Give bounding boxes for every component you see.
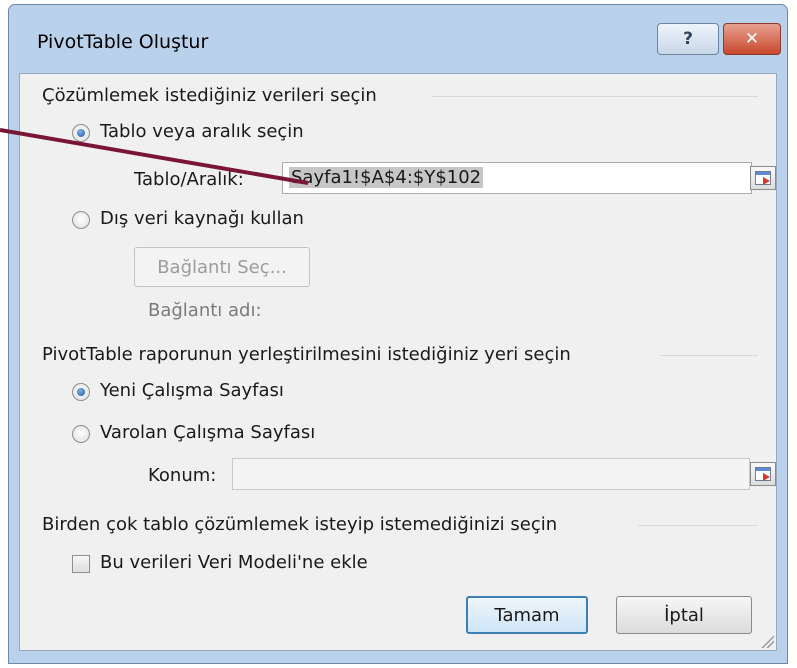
data-model-checkbox-label[interactable]: Bu verileri Veri Modeli'ne ekle <box>100 552 368 573</box>
location-label: Konum: <box>148 465 217 486</box>
radio-new-worksheet-label[interactable]: Yeni Çalışma Sayfası <box>100 380 284 401</box>
radio-selected-dot <box>77 388 85 396</box>
radio-table-range[interactable] <box>72 124 90 142</box>
ok-button[interactable]: Tamam <box>466 596 588 634</box>
resize-grip-icon[interactable] <box>760 634 774 648</box>
close-icon: ✕ <box>744 29 760 49</box>
radio-external-source-label[interactable]: Dış veri kaynağı kullan <box>100 208 304 229</box>
collapse-dialog-range-button[interactable] <box>750 166 776 190</box>
question-icon: ? <box>683 29 693 49</box>
radio-selected-dot <box>77 129 85 137</box>
multi-table-group-title: Birden çok tablo çözümlemek isteyip iste… <box>42 514 558 535</box>
radio-external-source[interactable] <box>72 211 90 229</box>
choose-connection-button[interactable]: Bağlantı Seç... <box>134 247 310 287</box>
cancel-label: İptal <box>664 604 704 626</box>
pivottable-dialog: PivotTable Oluştur ? ✕ Çözümlemek istedi… <box>8 4 788 664</box>
arrow-icon <box>763 473 770 481</box>
radio-existing-worksheet-label[interactable]: Varolan Çalışma Sayfası <box>100 422 315 443</box>
table-range-input[interactable]: Sayfa1!$A$4:$Y$102 <box>282 162 752 194</box>
collapse-dialog-location-button[interactable] <box>750 462 776 486</box>
location-group-title: PivotTable raporunun yerleştirilmesini i… <box>42 344 571 365</box>
dialog-body: Çözümlemek istediğiniz verileri seçin Ta… <box>19 73 777 651</box>
title-bar: PivotTable Oluştur ? ✕ <box>9 5 787 73</box>
location-input[interactable] <box>232 458 750 490</box>
close-button[interactable]: ✕ <box>723 23 781 55</box>
group-divider <box>638 525 758 526</box>
radio-existing-worksheet[interactable] <box>72 425 90 443</box>
dialog-title: PivotTable Oluştur <box>37 31 209 53</box>
table-range-label: Tablo/Aralık: <box>134 169 244 190</box>
arrow-icon <box>763 177 770 185</box>
radio-table-range-label[interactable]: Tablo veya aralık seçin <box>100 121 304 142</box>
data-model-checkbox[interactable] <box>72 555 90 573</box>
source-group-title: Çözümlemek istediğiniz verileri seçin <box>42 85 377 106</box>
radio-new-worksheet[interactable] <box>72 383 90 401</box>
choose-connection-label: Bağlantı Seç... <box>157 256 287 278</box>
group-divider <box>660 355 758 356</box>
cancel-button[interactable]: İptal <box>616 596 752 634</box>
table-range-value: Sayfa1!$A$4:$Y$102 <box>289 167 484 188</box>
ok-label: Tamam <box>494 604 560 626</box>
group-divider <box>432 96 758 97</box>
help-button[interactable]: ? <box>657 23 719 55</box>
connection-name-label: Bağlantı adı: <box>148 300 262 321</box>
